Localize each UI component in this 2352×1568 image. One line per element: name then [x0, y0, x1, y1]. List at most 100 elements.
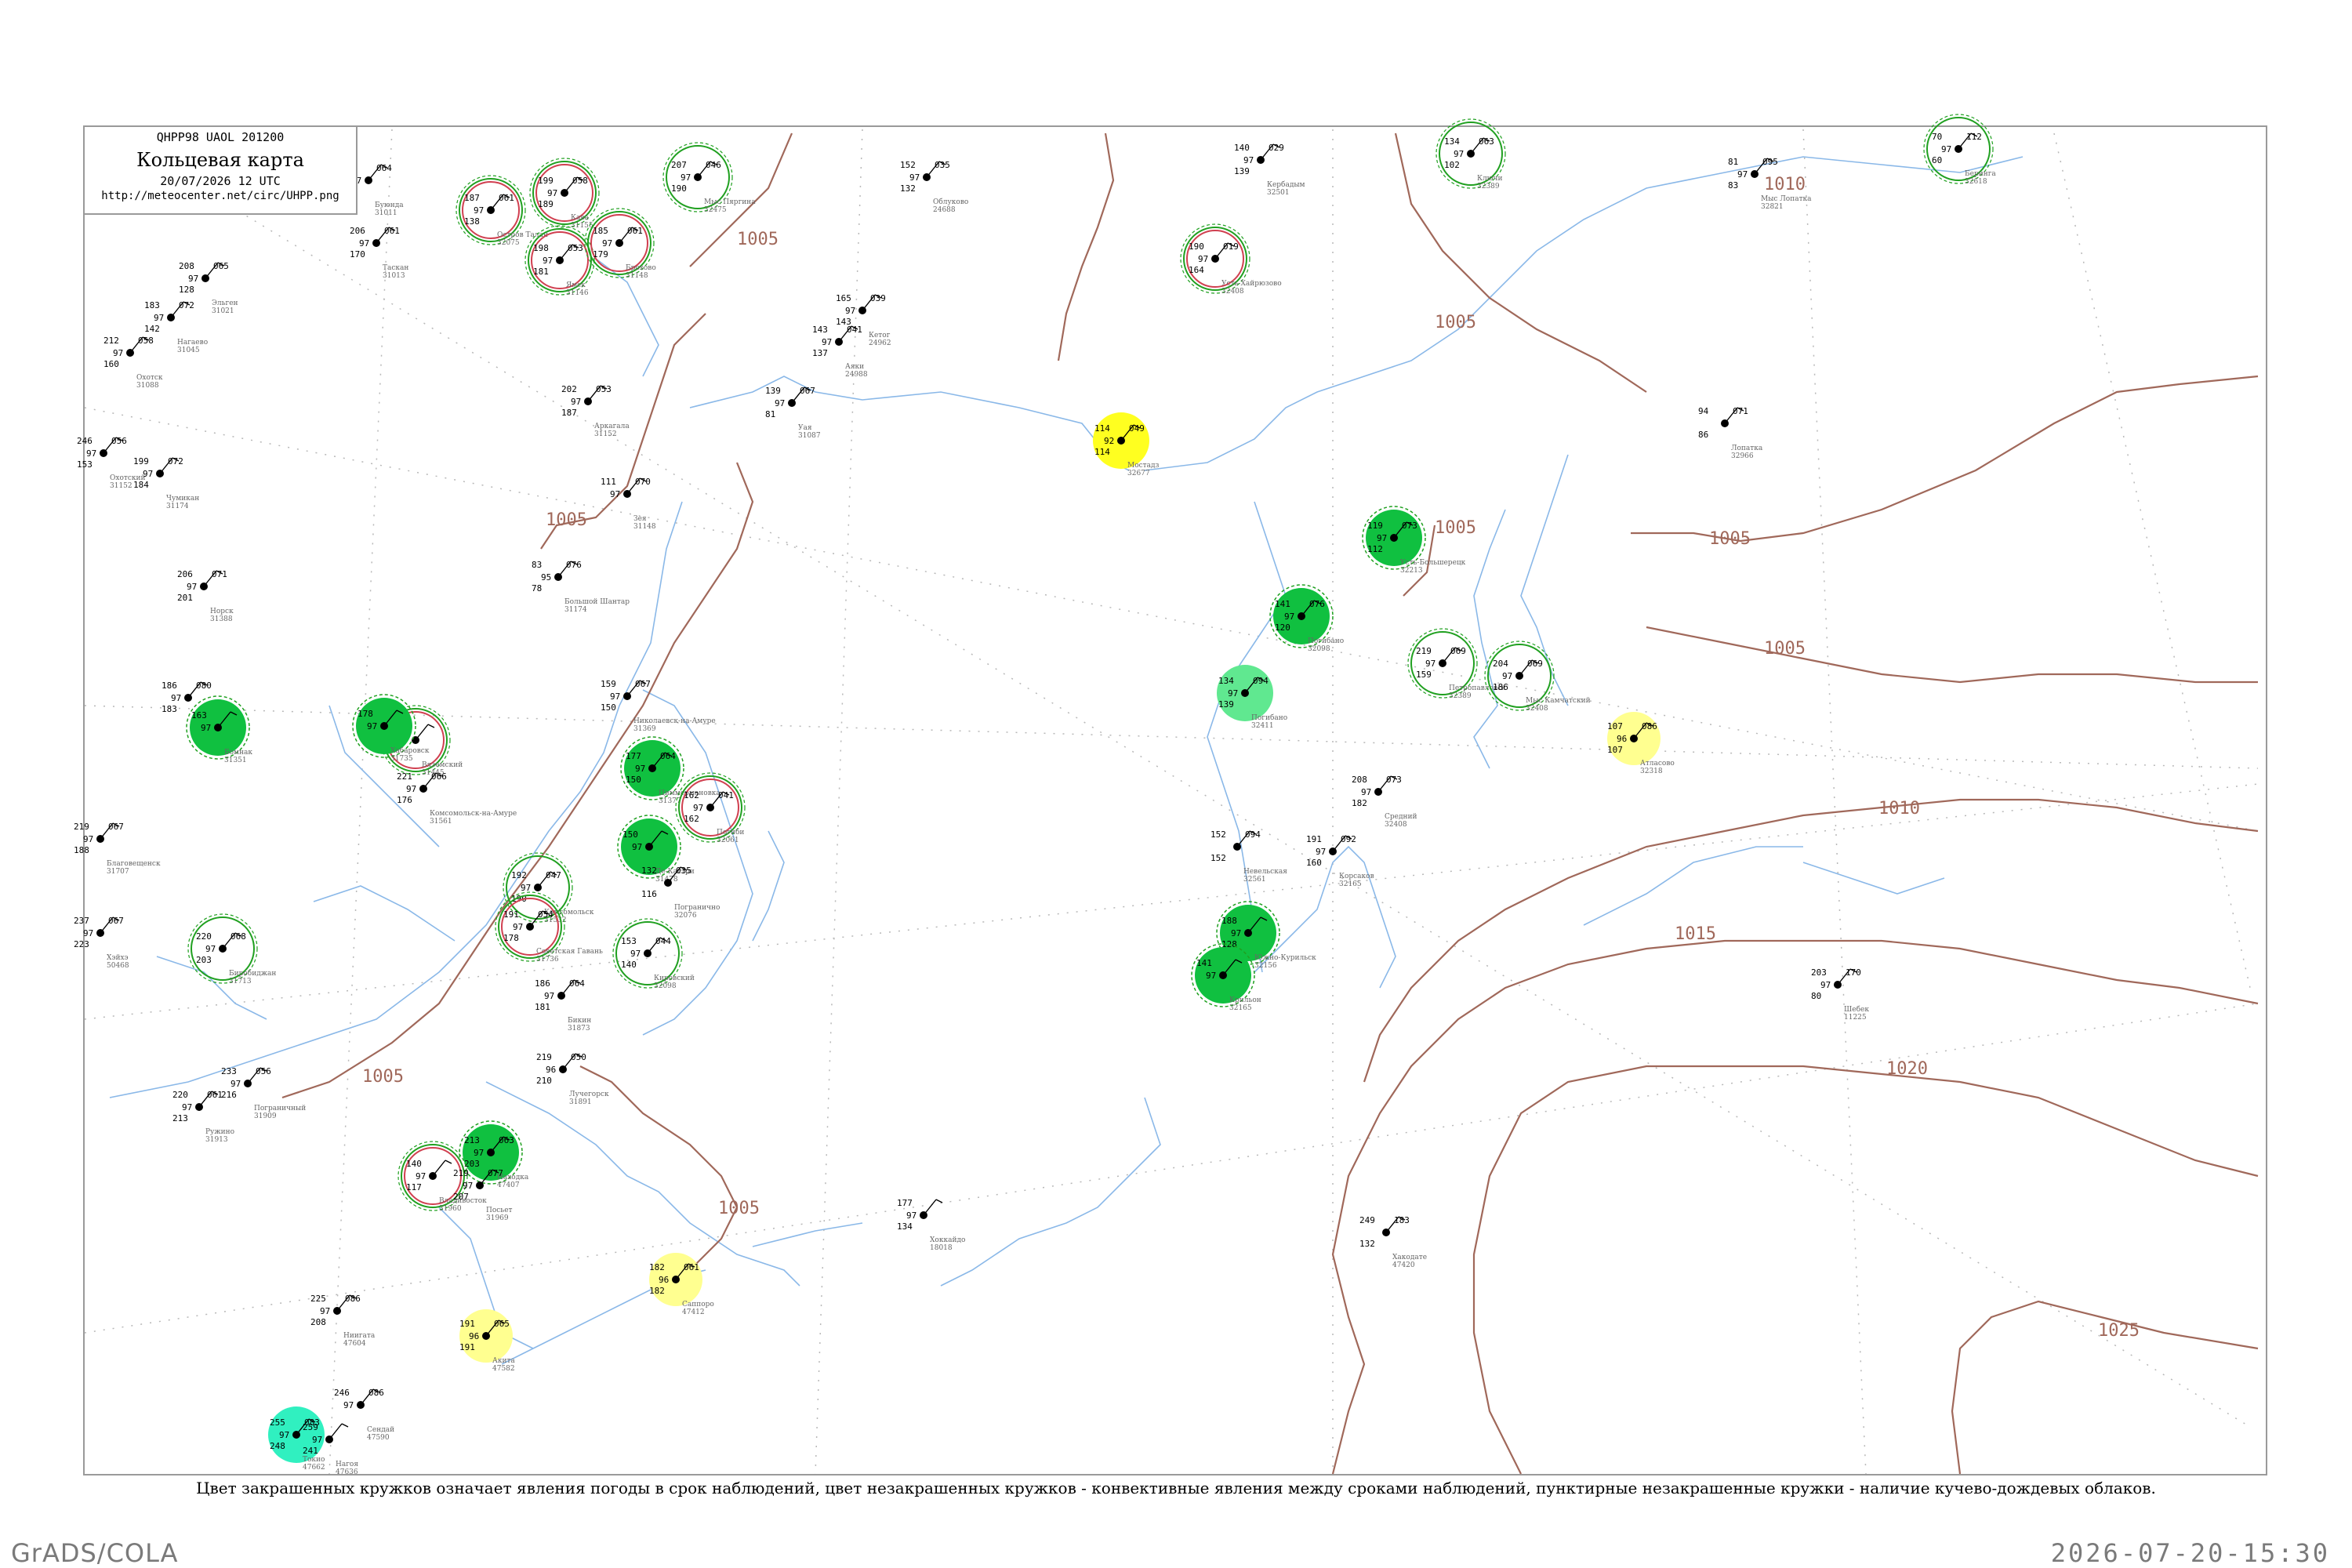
temperature-value: 067 — [108, 916, 124, 926]
station-name: Усть-Большерецк — [1400, 559, 1466, 567]
station-name: Ямск — [566, 281, 586, 289]
station-plot: 186 064 97181 Бикин31873 — [535, 978, 591, 1033]
dewpoint-value: 160 — [103, 359, 119, 369]
temperature-value: 061 — [684, 1262, 699, 1272]
station-name: Невельская — [1243, 868, 1287, 876]
station-plot: 206 061 97170 Таскан31013 — [350, 226, 408, 280]
temperature-value: 029 — [1269, 143, 1284, 153]
station-name: Бикин — [568, 1017, 591, 1025]
station-plot: 199 072 97184 Чумикан31174 — [133, 456, 199, 510]
dewpoint-value: 153 — [77, 459, 93, 470]
station-name: Бомнак — [224, 749, 252, 757]
station-index: 18018 — [930, 1244, 953, 1252]
temperature-value: 063 — [499, 1135, 514, 1145]
station-name: Чумикан — [166, 495, 199, 503]
station-plot: 199 05897189Кава31155 — [529, 158, 600, 230]
bulletin-code: QHPP98 UAOL 201200 — [156, 130, 285, 144]
station-index: 31388 — [210, 615, 233, 623]
isobar-label-1025: 1025 — [2098, 1321, 2140, 1341]
visibility-value: 97 — [1941, 144, 1951, 154]
dewpoint-value: 189 — [538, 199, 554, 209]
dewpoint-value: 183 — [162, 704, 177, 714]
pressure-value: 183 — [144, 300, 160, 310]
station-plot: 141 076 97120 Погибано32098 — [1269, 584, 1344, 653]
isobar-label-1005: 1005 — [546, 510, 587, 530]
visibility-value: 97 — [1206, 971, 1216, 981]
dewpoint-value: 107 — [1607, 745, 1623, 755]
pressure-value: 139 — [765, 386, 781, 396]
dewpoint-value: 132 — [900, 183, 916, 194]
dewpoint-value: 86 — [1698, 430, 1708, 440]
station-plot: 202 053 97187 Аркагала31152 — [561, 384, 630, 438]
station-name: Советская Гавань — [536, 948, 603, 956]
station-plot: 114 04992114Мостадз32677 — [1093, 412, 1160, 477]
dewpoint-value: 181 — [533, 267, 549, 277]
visibility-value: 97 — [632, 842, 642, 852]
station-index: 32075 — [497, 239, 520, 247]
temperature-value: 067 — [108, 822, 124, 832]
pressure-value: 185 — [593, 226, 608, 236]
station-name: Нагоя — [336, 1461, 358, 1468]
pressure-value: 111 — [601, 477, 616, 487]
temperature-value: 069 — [1450, 646, 1466, 656]
station-index: 31707 — [107, 868, 129, 876]
station-name: Николаевск-на-Амуре — [633, 717, 716, 725]
pressure-value: 237 — [74, 916, 89, 926]
station-name: Пограничный — [254, 1105, 306, 1112]
temperature-value: 056 — [256, 1066, 271, 1076]
visibility-value: 97 — [359, 238, 369, 249]
visibility-value: 97 — [909, 172, 920, 183]
visibility-value: 97 — [171, 693, 181, 703]
pressure-value: 203 — [1811, 967, 1827, 978]
visibility-value: 97 — [312, 1435, 322, 1445]
pressure-value: 182 — [649, 1262, 665, 1272]
temperature-value: 019 — [1223, 241, 1239, 252]
dewpoint-value: 138 — [464, 216, 480, 227]
temperature-value: 049 — [1129, 423, 1145, 434]
dewpoint-value: 78 — [532, 583, 542, 593]
visibility-value: 97 — [513, 922, 523, 932]
station-index: 31909 — [254, 1112, 277, 1120]
station-index: 31013 — [383, 272, 405, 280]
temperature-value: 053 — [596, 384, 612, 394]
temperature-value: 061 — [499, 193, 514, 203]
station-plot: 220 068 97203 Биробиджан31713 — [187, 913, 276, 985]
station-index: 47412 — [682, 1308, 705, 1316]
visibility-value: 97 — [1377, 533, 1387, 543]
wind-barb — [328, 1423, 343, 1440]
station-index: 32966 — [1731, 452, 1754, 460]
dewpoint-value: 120 — [1275, 622, 1290, 633]
station-plot: 207 046 97190 Мыс Пяргина32475 — [662, 142, 756, 214]
pressure-value: 177 — [897, 1198, 913, 1208]
station-index: 31152 — [594, 430, 617, 438]
wind-barb-flag — [935, 1199, 943, 1203]
dewpoint-value: 60 — [1932, 155, 1942, 165]
wind-barb — [432, 1160, 446, 1177]
station-index: 31736 — [536, 956, 559, 964]
isobar-label-1005: 1005 — [362, 1067, 404, 1087]
pressure-value: 150 — [622, 829, 638, 840]
station-name: Охотск — [136, 374, 163, 382]
station-plot: 83 076 9578 Большой Шантар31174 — [532, 560, 630, 614]
dewpoint-value: 102 — [1444, 160, 1460, 170]
pressure-value: 219 — [1416, 646, 1432, 656]
station-plot: 94 071 86 Лопатка32966 — [1698, 406, 1763, 460]
pressure-value: 220 — [196, 931, 212, 942]
dewpoint-value: 139 — [1218, 699, 1234, 710]
station-name: Погиби — [717, 828, 744, 837]
dewpoint-value: 186 — [1493, 682, 1508, 692]
pressure-value: 246 — [77, 436, 93, 446]
station-index: 31174 — [166, 503, 189, 510]
visibility-value: 97 — [83, 834, 93, 844]
dewpoint-value: 207 — [453, 1192, 469, 1202]
station-index: 32165 — [1339, 880, 1362, 888]
isobars — [281, 132, 2259, 1475]
dewpoint-value: 201 — [177, 593, 193, 603]
dewpoint-value: 81 — [765, 409, 775, 419]
station-index: 31561 — [430, 818, 452, 826]
visibility-value: 97 — [154, 313, 164, 323]
station-index: 47420 — [1392, 1261, 1415, 1269]
pressure-value: 177 — [626, 751, 641, 761]
station-name: Сендай — [367, 1426, 394, 1434]
dewpoint-value: 164 — [1189, 265, 1204, 275]
